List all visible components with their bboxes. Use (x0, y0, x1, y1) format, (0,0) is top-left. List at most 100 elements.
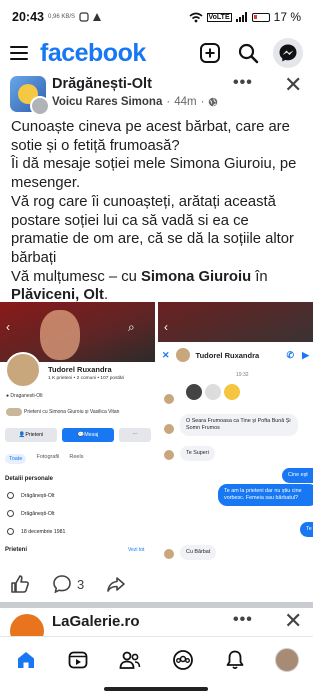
post-meta: Voicu Rares Simona · 44m · (52, 96, 218, 108)
video-icon: ▶ (302, 349, 309, 360)
profile-avatar (274, 647, 299, 672)
like-icon (11, 575, 29, 593)
detail-row: 18 decembrie 1981 (7, 528, 65, 535)
chat-avatar-small (164, 394, 174, 404)
chat-message-in: O Seara Frumoasa ca Tine și Pofta Bună Ș… (180, 414, 298, 436)
post-header: Drăgănești-Olt Voicu Rares Simona · 44m … (0, 72, 313, 116)
author-name[interactable]: Voicu Rares Simona (52, 96, 162, 108)
chat-header: ✕ Tudorel Ruxandra ✆ ▶ (158, 342, 313, 368)
chat-time: 19:32 (236, 372, 249, 378)
tab-reels: Reels (69, 454, 84, 460)
search-button[interactable] (235, 40, 261, 66)
detail-row: Drăgănești-Olt (7, 492, 54, 499)
chat-message-in: Cu Bărbat (180, 545, 217, 560)
profile-tabs: Toate Fotografii Reels (5, 454, 83, 464)
app-header: facebook (0, 34, 313, 72)
comment-count: 3 (77, 576, 85, 592)
nav-groups[interactable] (168, 645, 198, 675)
post-line-2: Îi dă mesaje soției mele Simona Giuroiu,… (11, 156, 297, 192)
profile-screenshot[interactable]: ‹ ⌕ Tudorel Ruxandra 1 K prieteni • 2 co… (0, 302, 155, 564)
see-all-link: Vezi tot (128, 547, 145, 553)
post-separator (0, 602, 313, 608)
messenger-icon (279, 44, 297, 62)
more-options-icon[interactable]: ••• (233, 74, 253, 92)
chat-name: Tudorel Ruxandra (195, 350, 260, 360)
in-text: în (251, 268, 272, 285)
author-avatar[interactable] (30, 96, 50, 116)
sticker-row (186, 384, 240, 400)
period: . (103, 287, 109, 304)
meta-dot: · (166, 96, 171, 108)
more-button: ⋯ (119, 428, 151, 442)
video-icon (68, 651, 88, 668)
chat-avatar-small (164, 424, 174, 434)
chat-avatar-small (164, 450, 174, 460)
chat-message-out: Te (300, 522, 313, 537)
group-name[interactable]: Drăgănești-Olt (52, 76, 152, 92)
wifi-icon (188, 12, 203, 22)
profile-stats: 1 K prieteni • 2 comuni • 107 postări (48, 376, 125, 381)
next-post-header: LaGalerie.ro ••• ✕ (0, 608, 313, 648)
details-title: Detalii personale (5, 476, 54, 482)
network-speed: 0,96 KB/S (47, 14, 76, 20)
status-bar: 20:43 0,96 KB/S VoLTE 17 % (0, 0, 313, 34)
status-time: 20:43 (12, 10, 44, 24)
chat-avatar-small (164, 549, 174, 559)
chat-message-out: Te am la prieteni dar nu știu cine vorbe… (218, 484, 313, 506)
post-line-1: Cunoaște cineva pe acest bărbat, care ar… (11, 119, 290, 154)
battery-percent: 17 % (273, 10, 301, 24)
chat-avatar (175, 348, 190, 362)
nav-friends[interactable] (115, 645, 145, 675)
sticker (205, 384, 221, 400)
nav-video[interactable] (63, 645, 93, 675)
with-text: – cu (104, 268, 141, 285)
sticker (186, 384, 202, 400)
messenger-button[interactable] (273, 38, 303, 68)
battery-icon (251, 12, 270, 22)
chat-screenshot[interactable]: ‹ ✕ Tudorel Ruxandra ✆ ▶ 19:32 O Seara Fr… (158, 302, 313, 564)
profile-name: Tudorel Ruxandra (48, 365, 112, 374)
back-arrow-icon: ‹ (6, 320, 10, 334)
post-line-3: Vă rog care îi cunoașteți, arătați aceas… (11, 193, 294, 266)
bell-icon (226, 650, 244, 669)
plus-icon (200, 43, 220, 63)
tagged-person[interactable]: Simona Giuroiu (141, 269, 251, 285)
close-icon[interactable]: ✕ (284, 72, 302, 98)
more-options-icon[interactable]: ••• (233, 611, 253, 629)
tagged-place[interactable]: Plăviceni, Olt (11, 287, 104, 303)
chat-cover (158, 302, 313, 342)
profile-location: ● Draganesti-Olt (6, 393, 43, 399)
sticker (224, 384, 240, 400)
search-icon (238, 43, 259, 64)
globe-icon (209, 97, 218, 107)
like-button[interactable] (10, 574, 30, 594)
post-time[interactable]: 44m (174, 96, 196, 108)
bottom-nav (0, 636, 313, 682)
thanks-text: Vă mulțumesc (11, 268, 105, 285)
chat-message-out: Cine eșt (282, 468, 313, 483)
menu-icon[interactable] (10, 46, 28, 60)
friends-button: 👤 Prieteni (5, 428, 57, 442)
volte-badge: VoLTE (206, 12, 232, 22)
tab-photos: Fotografii (36, 454, 60, 460)
comment-button[interactable]: 3 (52, 574, 84, 594)
meta-dot-2: · (200, 96, 205, 108)
close-icon[interactable]: ✕ (284, 608, 302, 634)
share-button[interactable] (106, 574, 126, 594)
notification-icons (79, 12, 102, 22)
post-images[interactable]: ‹ ⌕ Tudorel Ruxandra 1 K prieteni • 2 co… (0, 302, 313, 564)
close-chat-icon: ✕ (162, 349, 170, 360)
nav-notifications[interactable] (220, 645, 250, 675)
message-button: 💬 Mesaj (62, 428, 114, 442)
signal-icon (235, 12, 247, 22)
page-name[interactable]: LaGalerie.ro (52, 613, 140, 630)
home-icon (18, 651, 35, 668)
create-post-button[interactable] (197, 40, 223, 66)
friends-icon (119, 651, 141, 669)
tab-all: Toate (5, 454, 27, 464)
facebook-logo[interactable]: facebook (40, 39, 146, 68)
profile-buttons: 👤 Prieteni 💬 Mesaj ⋯ (5, 428, 151, 442)
share-icon (107, 577, 126, 592)
nav-profile[interactable] (272, 645, 302, 675)
nav-home[interactable] (11, 645, 41, 675)
